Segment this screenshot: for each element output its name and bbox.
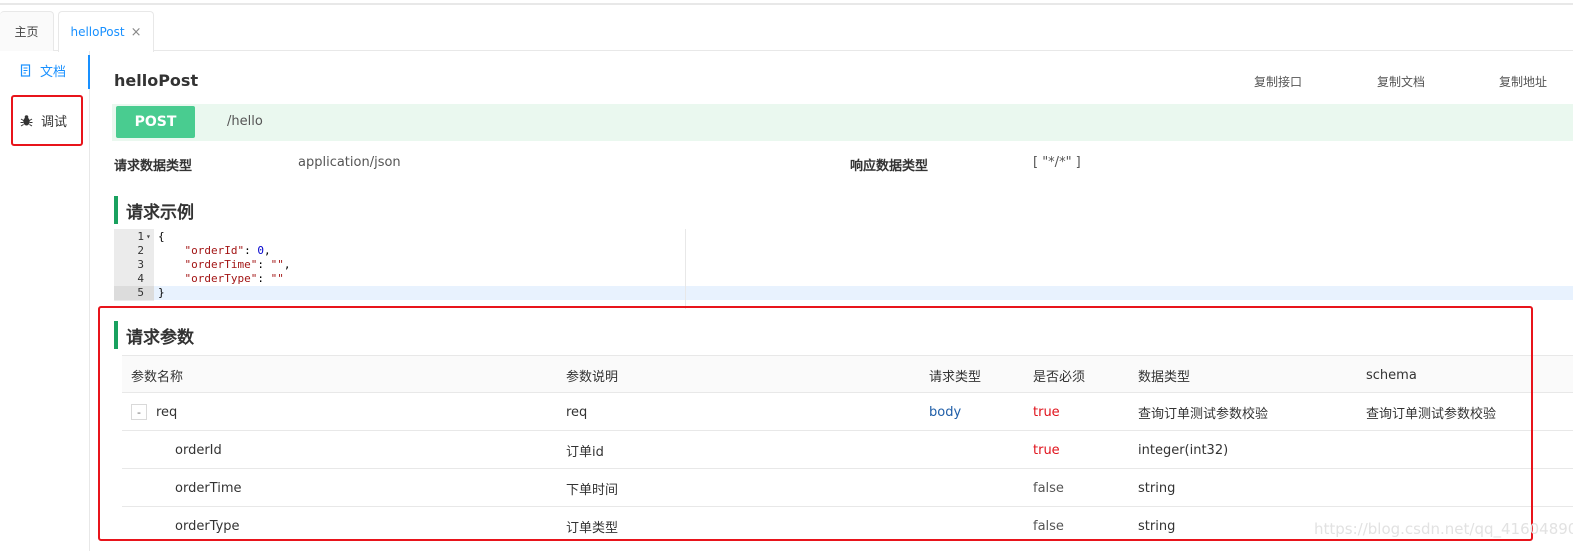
line-number: 4 [137,272,144,285]
tab-hellopost[interactable]: helloPost × [58,11,154,52]
method-badge: POST [116,106,195,138]
param-name: orderTime [175,480,242,496]
table-row: orderTime 下单时间 false string [122,469,1573,507]
line-number: 2 [137,244,144,257]
close-icon[interactable]: × [131,25,142,40]
param-type: string [1138,518,1176,534]
sidenav-item-label: 调试 [41,115,68,130]
param-name: orderType [175,518,240,534]
code-editor[interactable]: 1 ▾ 2 3 4 5 { "orderId": 0, "orderTime":… [114,229,686,301]
param-required: true [1033,404,1060,420]
code-line: "orderType": "" [184,272,284,285]
section-title-params: 请求参数 [114,321,194,349]
editor-gutter: 1 ▾ 2 3 4 5 [114,229,154,301]
watermark: https://blog.csdn.net/qq_41604890 [1314,520,1573,538]
param-type: string [1138,480,1176,496]
header-name: 参数名称 [131,369,184,385]
bug-icon [20,115,33,127]
collapse-toggle[interactable]: - [131,404,147,420]
sidenav-item-docs[interactable]: 文档 [20,61,108,80]
code-line: } [158,286,165,299]
response-type-value: [ "*/*" ] [1033,155,1081,170]
param-required: false [1033,518,1064,534]
request-type-value: application/json [298,155,401,170]
header-required: 是否必须 [1033,369,1086,385]
header-type: 数据类型 [1138,369,1191,385]
code-line: "orderTime": "", [184,258,291,271]
code-line: { [158,230,165,243]
request-type-label: 请求数据类型 [114,159,193,174]
response-type-label: 响应数据类型 [850,159,929,174]
tab-hellopost-label: helloPost [70,25,125,39]
param-desc: req [566,404,588,420]
header-desc: 参数说明 [566,369,619,385]
endpoint-bar: POST /hello [112,104,1573,141]
param-desc: 订单类型 [566,520,619,536]
table-row: orderId 订单id true integer(int32) [122,431,1573,469]
param-desc: 订单id [566,444,604,460]
copy-doc-link[interactable]: 复制文档 [1377,73,1425,90]
param-required: true [1033,442,1060,458]
tab-home-label: 主页 [14,25,39,39]
param-desc: 下单时间 [566,482,619,498]
fold-icon[interactable]: ▾ [146,232,151,241]
sidenav-item-debug[interactable]: 调试 [20,111,108,130]
line-number: 1 [137,230,144,243]
header-schema: schema [1366,367,1417,383]
document-icon [20,64,31,77]
copy-interface-link[interactable]: 复制接口 [1254,73,1302,90]
param-type: integer(int32) [1138,442,1229,458]
copy-address-link[interactable]: 复制地址 [1499,73,1547,90]
param-required: false [1033,480,1064,496]
param-schema: 查询订单测试参数校验 [1366,406,1497,422]
header-in: 请求类型 [929,369,982,385]
editor-divider [685,229,686,309]
tab-bar: 主页 helloPost × [0,5,1573,52]
sidenav-item-label: 文档 [40,65,67,80]
line-number: 5 [114,286,154,300]
table-header: 参数名称 参数说明 请求类型 是否必须 数据类型 schema [122,355,1573,393]
line-number: 3 [137,258,144,271]
table-row: - req req body true 查询订单测试参数校验 查询订单测试参数校… [122,393,1573,431]
page-title: helloPost [114,71,199,90]
endpoint-path: /hello [227,114,263,129]
side-nav: 文档 调试 [0,51,90,551]
code-line: "orderId": 0, [184,244,271,257]
param-name: orderId [175,442,222,458]
tab-home[interactable]: 主页 [0,11,54,51]
param-in: body [929,404,962,420]
param-type: 查询订单测试参数校验 [1138,406,1269,422]
section-title-example: 请求示例 [114,196,194,224]
param-name: - req [131,393,177,431]
